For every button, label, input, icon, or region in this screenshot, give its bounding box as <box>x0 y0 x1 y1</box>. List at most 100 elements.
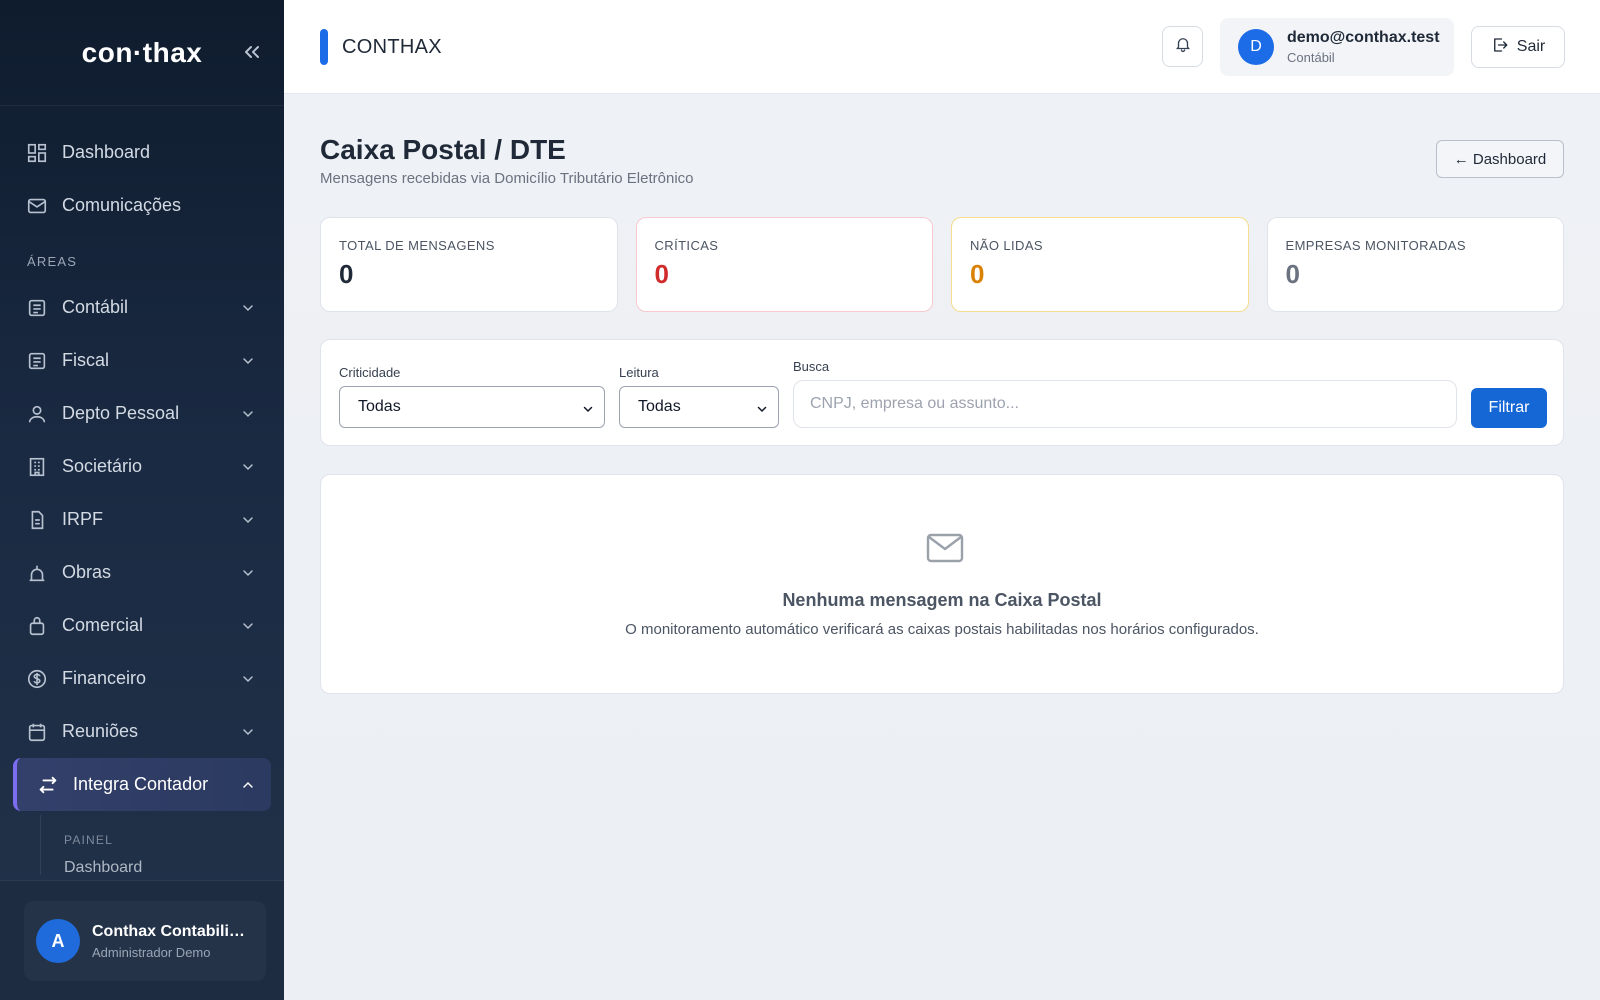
sidebar-item-comunicacoes[interactable]: Comunicações <box>0 179 284 232</box>
swap-arrows-icon <box>37 774 59 796</box>
sidebar-item-label: Financeiro <box>62 668 147 688</box>
sidebar-item-label: Contábil <box>62 297 129 317</box>
sidebar-item-contabil[interactable]: Contábil <box>0 281 284 334</box>
page-subtitle: Mensagens recebidas via Domicílio Tribut… <box>320 170 694 187</box>
bag-icon <box>26 615 48 637</box>
busca-label: Busca <box>793 359 830 374</box>
empty-state: Nenhuma mensagem na Caixa Postal O monit… <box>320 474 1564 694</box>
brand: con·thax <box>0 0 284 106</box>
chevron-down-icon <box>240 565 256 581</box>
ledger-icon <box>26 297 48 319</box>
criticidade-selected-value: Todas <box>358 398 401 415</box>
construction-icon <box>26 562 48 584</box>
stat-card-criticas: CRÍTICAS 0 <box>635 217 933 312</box>
user-info: Conthax Contabilidade Administrador Demo <box>92 923 250 960</box>
stat-label: TOTAL DE MENSAGENS <box>339 238 495 253</box>
avatar: A <box>36 919 80 963</box>
stat-value: 0 <box>970 259 985 289</box>
sidebar-item-integra-contador[interactable]: Integra Contador <box>13 758 271 811</box>
chevron-down-icon <box>240 671 256 687</box>
filter-button[interactable]: Filtrar <box>1471 388 1547 428</box>
app-title: CONTHAX <box>342 36 442 58</box>
leitura-label: Leitura <box>619 365 659 380</box>
stat-value: 0 <box>339 259 354 289</box>
criticidade-select[interactable]: Todas <box>339 386 605 428</box>
logout-icon <box>1491 36 1509 59</box>
chevron-down-icon <box>240 512 256 528</box>
account-menu[interactable]: D demo@conthax.test Contábil <box>1220 18 1454 76</box>
chevron-down-icon <box>240 459 256 475</box>
sidebar-item-fiscal[interactable]: Fiscal <box>0 334 284 387</box>
grid-icon <box>26 142 48 164</box>
building-icon <box>26 456 48 478</box>
search-input[interactable] <box>793 380 1457 428</box>
sidebar-item-label: Obras <box>62 562 112 582</box>
avatar: D <box>1238 29 1274 65</box>
sidebar-item-label: Dashboard <box>62 142 151 162</box>
sidebar-item-depto-pessoal[interactable]: Depto Pessoal <box>0 387 284 440</box>
chevron-down-icon <box>240 618 256 634</box>
calendar-icon <box>26 721 48 743</box>
stat-card-total: TOTAL DE MENSAGENS 0 <box>320 217 618 312</box>
chevron-up-icon <box>240 777 256 793</box>
chevron-down-icon <box>756 402 768 414</box>
submenu-item-dashboard[interactable]: Dashboard <box>64 847 270 875</box>
envelope-icon <box>926 533 964 563</box>
user-role: Administrador Demo <box>92 944 211 960</box>
stats-row: TOTAL DE MENSAGENS 0 CRÍTICAS 0 NÃO LIDA… <box>320 217 1564 312</box>
chevron-down-icon <box>582 402 594 414</box>
brand-logo[interactable]: con·thax <box>82 37 203 69</box>
sidebar-item-label: IRPF <box>62 509 104 529</box>
stat-label: NÃO LIDAS <box>970 238 1043 253</box>
chevron-down-icon <box>240 353 256 369</box>
filters-panel: Criticidade Todas Leitura Todas Busca Fi… <box>320 339 1564 446</box>
page-title: Caixa Postal / DTE <box>320 134 566 165</box>
back-to-dashboard-button[interactable]: ← Dashboard <box>1436 140 1564 178</box>
current-user-card[interactable]: A Conthax Contabilidade Administrador De… <box>24 901 266 981</box>
sidebar-item-financeiro[interactable]: Financeiro <box>0 652 284 705</box>
chevron-down-icon <box>240 406 256 422</box>
collapse-sidebar-icon[interactable] <box>240 40 264 64</box>
user-name: Conthax Contabilidade <box>92 922 250 940</box>
user-icon <box>26 403 48 425</box>
empty-state-title: Nenhuma mensagem na Caixa Postal <box>782 590 1102 610</box>
sidebar: con·thax Dashboard Comunicações ÁREAS Co… <box>0 0 284 1000</box>
sidebar-item-dashboard[interactable]: Dashboard <box>0 126 284 179</box>
sidebar-item-label: Integra Contador <box>73 774 209 794</box>
sidebar-item-label: Comunicações <box>62 195 182 215</box>
stat-value: 0 <box>654 259 669 289</box>
submenu-section-label: PAINEL <box>64 833 113 847</box>
account-role: Contábil <box>1287 50 1335 65</box>
logout-button[interactable]: Sair <box>1471 26 1565 68</box>
account-email: demo@conthax.test <box>1287 29 1440 46</box>
stat-value: 0 <box>1285 259 1300 289</box>
sidebar-item-irpf[interactable]: IRPF <box>0 493 284 546</box>
mail-icon <box>26 195 48 217</box>
empty-state-description: O monitoramento automático verificará as… <box>625 621 1259 638</box>
main-content: Caixa Postal / DTE Mensagens recebidas v… <box>284 94 1600 1000</box>
sidebar-item-comercial[interactable]: Comercial <box>0 599 284 652</box>
document-icon <box>26 509 48 531</box>
notifications-button[interactable] <box>1162 26 1203 67</box>
leitura-selected-value: Todas <box>638 398 681 415</box>
logout-label: Sair <box>1516 38 1546 55</box>
criticidade-label: Criticidade <box>339 365 401 380</box>
stat-card-nao-lidas: NÃO LIDAS 0 <box>951 217 1249 312</box>
sidebar-item-label: Depto Pessoal <box>62 403 180 423</box>
sidebar-item-label: Comercial <box>62 615 144 635</box>
ledger-icon <box>26 350 48 372</box>
sidebar-item-societario[interactable]: Societário <box>0 440 284 493</box>
topbar: CONTHAX D demo@conthax.test Contábil Sai… <box>284 0 1600 94</box>
sidebar-item-obras[interactable]: Obras <box>0 546 284 599</box>
chevron-down-icon <box>240 724 256 740</box>
sidebar-item-label: Societário <box>62 456 143 476</box>
sidebar-item-label: Reuniões <box>62 721 139 741</box>
sidebar-item-reunioes[interactable]: Reuniões <box>0 705 284 758</box>
sidebar-item-label: Fiscal <box>62 350 110 370</box>
stat-card-empresas: EMPRESAS MONITORADAS 0 <box>1266 217 1564 312</box>
chevron-down-icon <box>240 300 256 316</box>
sidebar-section-label: ÁREAS <box>27 254 78 269</box>
leitura-select[interactable]: Todas <box>619 386 779 428</box>
stat-label: CRÍTICAS <box>654 238 719 253</box>
sidebar-nav: Dashboard Comunicações ÁREAS Contábil Fi… <box>0 106 284 875</box>
